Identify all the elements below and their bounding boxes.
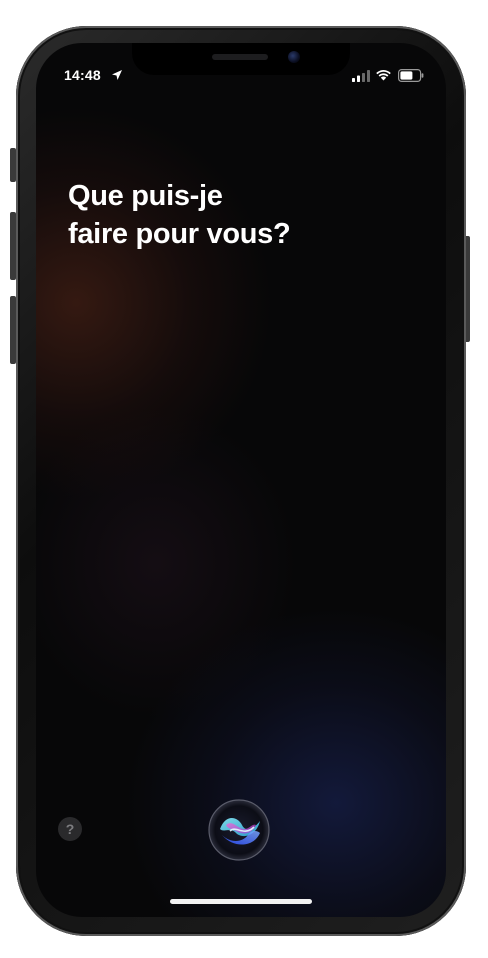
siri-prompt: Que puis-je faire pour vous? <box>68 177 408 253</box>
wifi-icon <box>376 70 391 81</box>
status-time: 14:48 <box>64 67 101 83</box>
earpiece-speaker <box>212 54 268 60</box>
siri-prompt-line-2: faire pour vous? <box>68 218 291 250</box>
help-button[interactable]: ? <box>58 817 82 841</box>
cellular-signal-icon <box>352 70 370 82</box>
home-indicator[interactable] <box>170 899 312 904</box>
location-arrow-icon <box>112 70 122 80</box>
siri-prompt-line-1: Que puis-je <box>68 180 223 212</box>
battery-icon <box>398 69 424 82</box>
front-camera <box>288 51 300 63</box>
notch <box>132 43 350 75</box>
siri-orb-icon[interactable] <box>208 799 270 861</box>
siri-screen: 14:48 Que puis-je faire pour vous? ? <box>36 43 446 917</box>
